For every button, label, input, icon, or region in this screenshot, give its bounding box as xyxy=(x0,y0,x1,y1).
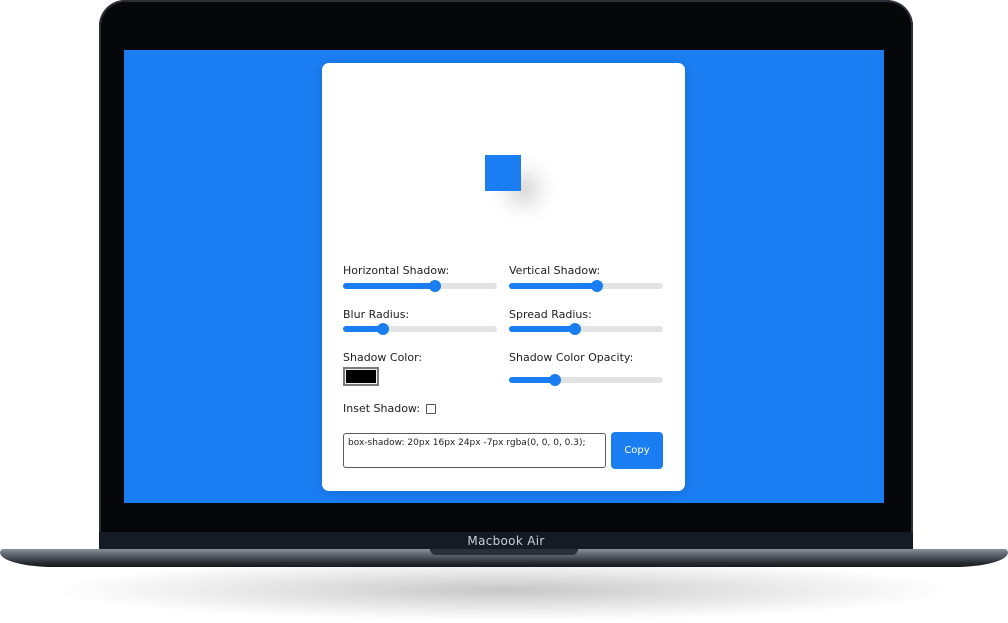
inset-shadow-checkbox[interactable] xyxy=(426,404,436,414)
blur-radius-label: Blur Radius: xyxy=(343,308,410,321)
inset-shadow-label: Inset Shadow: xyxy=(343,402,421,415)
slider-thumb[interactable] xyxy=(590,280,603,292)
vertical-shadow-label: Vertical Shadow: xyxy=(509,264,601,277)
slider-fill xyxy=(509,283,597,289)
slider-thumb[interactable] xyxy=(549,374,562,386)
slider-thumb[interactable] xyxy=(569,323,582,335)
slider-fill xyxy=(509,326,576,332)
slider-fill xyxy=(343,283,436,289)
copy-button[interactable]: Copy xyxy=(611,432,663,469)
shadow-opacity-label: Shadow Color Opacity: xyxy=(509,351,634,364)
laptop-notch xyxy=(430,549,578,555)
screen: Horizontal Shadow: Vertical Shadow: Blur… xyxy=(124,50,884,503)
shadow-color-swatch xyxy=(346,370,376,383)
laptop-model-label: Macbook Air xyxy=(467,534,545,548)
blur-radius-slider[interactable] xyxy=(343,323,497,335)
spread-radius-slider[interactable] xyxy=(509,323,663,335)
horizontal-shadow-slider[interactable] xyxy=(343,280,497,292)
laptop-floor-shadow xyxy=(60,560,948,620)
preview-box xyxy=(485,155,521,191)
vertical-shadow-slider[interactable] xyxy=(509,280,663,292)
horizontal-shadow-label: Horizontal Shadow: xyxy=(343,264,450,277)
spread-radius-label: Spread Radius: xyxy=(509,308,592,321)
shadow-opacity-slider[interactable] xyxy=(509,374,663,386)
shadow-color-label: Shadow Color: xyxy=(343,351,423,364)
shadow-color-picker[interactable] xyxy=(343,367,379,386)
slider-thumb[interactable] xyxy=(429,280,442,292)
box-shadow-generator-card: Horizontal Shadow: Vertical Shadow: Blur… xyxy=(322,63,685,491)
slider-thumb[interactable] xyxy=(377,323,390,335)
css-output-textarea[interactable]: box-shadow: 20px 16px 24px -7px rgba(0, … xyxy=(343,433,606,468)
